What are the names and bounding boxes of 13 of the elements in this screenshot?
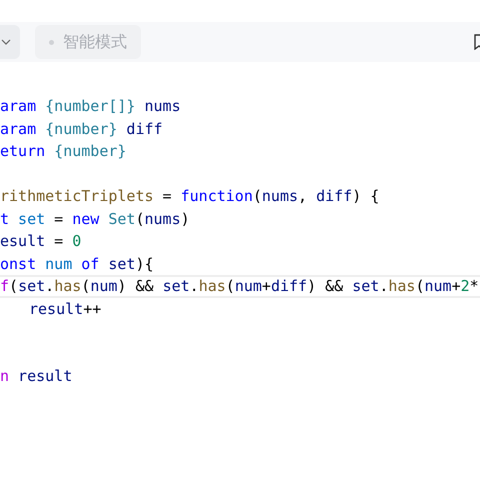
code-line: onst num of set){ [0,254,154,272]
code-line: t set = new Set(nums) [0,210,190,228]
code-line: eturn {number} [0,142,126,160]
code-line: esult = 0 [0,232,82,250]
code-line: aram {number[]} nums [0,97,181,115]
code-line: result++ [29,300,102,318]
bookmark-icon[interactable] [474,34,480,50]
code-line: aram {number} diff [0,120,163,138]
code-line: n result [0,367,72,385]
code-line: f(set.has(num) && set.has(num+diff) && set.has(num+2* [0,277,479,295]
chevron-down-icon [1,39,11,45]
code-line: rithmeticTriplets = function(nums, diff) { [0,187,380,205]
mode-button[interactable]: 智能模式 [35,25,141,59]
